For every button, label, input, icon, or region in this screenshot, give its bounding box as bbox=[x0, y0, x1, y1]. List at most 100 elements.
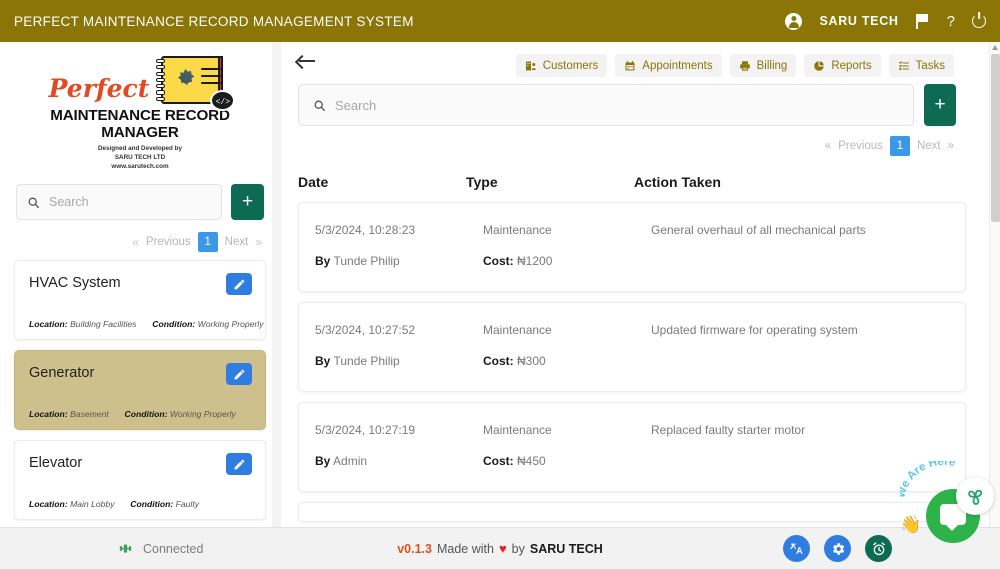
main-pagination: « Previous 1 Next » bbox=[282, 126, 982, 156]
by-label: By bbox=[315, 254, 331, 268]
logo-word-perfect: Perfect bbox=[48, 73, 150, 103]
pagination-last[interactable]: » bbox=[948, 140, 954, 152]
condition-label: Condition: bbox=[124, 409, 168, 420]
customers-icon bbox=[525, 61, 536, 70]
record-secondary-row: By Tunde Philip Cost: ₦300 bbox=[315, 354, 949, 368]
sidebar-search-row: + bbox=[0, 175, 280, 226]
record-cost-cell: Cost: ₦450 bbox=[483, 454, 651, 468]
logo-sub-line2: SARU TECH LTD bbox=[114, 154, 166, 162]
location-label: Location: bbox=[29, 409, 68, 420]
alarm-glyph bbox=[872, 541, 885, 555]
cost-label: Cost: bbox=[483, 454, 514, 468]
body-area: Perfect </> MAINTENANCE RECORD MANAGER D… bbox=[0, 42, 1000, 569]
sidebar-divider bbox=[272, 42, 281, 527]
tab-tasks[interactable]: Tasks bbox=[888, 54, 954, 77]
table-row[interactable]: 5/3/2024, 10:27:52 Maintenance Updated f… bbox=[298, 302, 966, 392]
pinwheel-icon[interactable] bbox=[956, 477, 994, 515]
search-icon bbox=[28, 197, 40, 208]
help-icon[interactable]: ? bbox=[947, 14, 955, 29]
power-icon[interactable] bbox=[972, 14, 986, 28]
app-title: PERFECT MAINTENANCE RECORD MANAGEMENT SY… bbox=[14, 13, 414, 29]
logo-graphic-row: Perfect </> bbox=[16, 52, 264, 112]
translate-icon[interactable] bbox=[783, 535, 810, 562]
pagination-last[interactable]: » bbox=[255, 235, 262, 249]
list-item[interactable]: Generator Location: Basement Condition: … bbox=[14, 350, 266, 431]
table-row[interactable]: 5/3/2024, 10:28:23 Maintenance General o… bbox=[298, 202, 966, 292]
page-scrollbar-thumb[interactable] bbox=[991, 54, 1000, 222]
alarm-clock-icon[interactable] bbox=[865, 535, 892, 562]
gear-glyph bbox=[832, 542, 844, 555]
list-item[interactable]: Elevator Location: Main Lobby Condition:… bbox=[14, 440, 266, 521]
edit-equipment-button[interactable] bbox=[226, 453, 252, 476]
pagination-previous[interactable]: Previous bbox=[146, 236, 191, 248]
edit-equipment-button[interactable] bbox=[226, 363, 252, 386]
back-arrow-icon[interactable] bbox=[296, 54, 315, 68]
main-content: Customers Appointments Billing Reports T… bbox=[282, 42, 982, 527]
search-icon bbox=[314, 100, 326, 111]
gear-icon[interactable] bbox=[824, 535, 851, 562]
app-header: PERFECT MAINTENANCE RECORD MANAGEMENT SY… bbox=[0, 0, 1000, 42]
main-search-input[interactable] bbox=[335, 97, 899, 113]
scroll-up-arrow-icon[interactable] bbox=[992, 45, 998, 50]
sidebar-add-button[interactable]: + bbox=[231, 184, 264, 221]
task-list-icon bbox=[898, 60, 909, 70]
flag-icon[interactable] bbox=[915, 13, 930, 29]
main-search-box[interactable] bbox=[298, 84, 914, 126]
tab-label: Billing bbox=[756, 59, 788, 72]
equipment-meta: Location: Building Facilities Condition:… bbox=[29, 319, 264, 329]
sidebar-search-input[interactable] bbox=[49, 195, 211, 210]
plug-connected-icon bbox=[119, 544, 132, 553]
main-add-button[interactable]: + bbox=[924, 84, 956, 126]
column-header-type: Type bbox=[466, 174, 498, 190]
sidebar-search-box[interactable] bbox=[16, 184, 222, 221]
list-item[interactable]: HVAC System Location: Building Facilitie… bbox=[14, 260, 266, 341]
pagination-next[interactable]: Next bbox=[225, 236, 249, 248]
equipment-condition: Working Properly bbox=[169, 409, 236, 420]
record-action: Replaced faulty starter motor bbox=[651, 423, 806, 437]
record-primary-row: 5/3/2024, 10:27:19 Maintenance Replaced … bbox=[315, 423, 949, 437]
equipment-condition: Working Properly bbox=[197, 319, 264, 330]
equipment-location: Basement bbox=[70, 409, 109, 420]
by-label: by bbox=[511, 541, 525, 556]
calendar-icon bbox=[625, 60, 635, 70]
record-type: Maintenance bbox=[483, 223, 552, 237]
pagination-page-1[interactable]: 1 bbox=[889, 136, 910, 156]
equipment-meta: Location: Basement Condition: Working Pr… bbox=[29, 409, 236, 419]
version-label: v0.1.3 bbox=[397, 541, 432, 556]
equipment-name: Generator bbox=[29, 365, 95, 382]
pagination-page-1[interactable]: 1 bbox=[197, 232, 218, 253]
pagination-first[interactable]: « bbox=[825, 140, 831, 152]
heart-icon: ♥ bbox=[498, 541, 507, 556]
notebook-gear-icon: </> bbox=[153, 54, 236, 111]
pagination-previous[interactable]: Previous bbox=[838, 140, 883, 152]
account-circle-icon[interactable] bbox=[785, 12, 803, 30]
tab-appointments[interactable]: Appointments bbox=[615, 54, 722, 77]
sidebar-pagination: « Previous 1 Next » bbox=[0, 226, 280, 260]
org-name: SARU TECH bbox=[819, 14, 899, 28]
made-with-label: Made with bbox=[436, 541, 494, 556]
record-cost-cell: Cost: ₦1200 bbox=[483, 254, 651, 268]
connection-status: Connected bbox=[118, 542, 203, 556]
waving-hand-icon: 👋 bbox=[900, 515, 922, 534]
records-table-header: Date Type Action Taken bbox=[282, 156, 982, 202]
column-header-date: Date bbox=[298, 174, 329, 190]
pagination-first[interactable]: « bbox=[132, 235, 139, 249]
header-actions: SARU TECH ? bbox=[785, 12, 986, 30]
tab-reports[interactable]: Reports bbox=[804, 54, 881, 77]
gear-icon bbox=[178, 68, 195, 86]
pie-chart-icon bbox=[814, 60, 825, 71]
tab-customers[interactable]: Customers bbox=[515, 54, 608, 77]
chat-widget[interactable]: We Are Here 👋 bbox=[898, 461, 994, 545]
record-primary-row: 5/3/2024, 10:28:23 Maintenance General o… bbox=[315, 223, 949, 237]
tab-billing[interactable]: Billing bbox=[729, 54, 797, 77]
pagination-next[interactable]: Next bbox=[917, 140, 941, 152]
table-row[interactable] bbox=[298, 502, 966, 522]
equipment-location: Main Lobby bbox=[70, 499, 115, 510]
record-secondary-row: By Admin Cost: ₦450 bbox=[315, 454, 949, 468]
location-label: Location: bbox=[29, 499, 68, 510]
record-by: Tunde Philip bbox=[333, 254, 400, 268]
table-row[interactable]: 5/3/2024, 10:27:19 Maintenance Replaced … bbox=[298, 402, 966, 492]
edit-pencil-icon bbox=[234, 279, 244, 290]
edit-equipment-button[interactable] bbox=[226, 273, 252, 296]
logo-sub-line3: www.sarutech.com bbox=[111, 163, 169, 171]
